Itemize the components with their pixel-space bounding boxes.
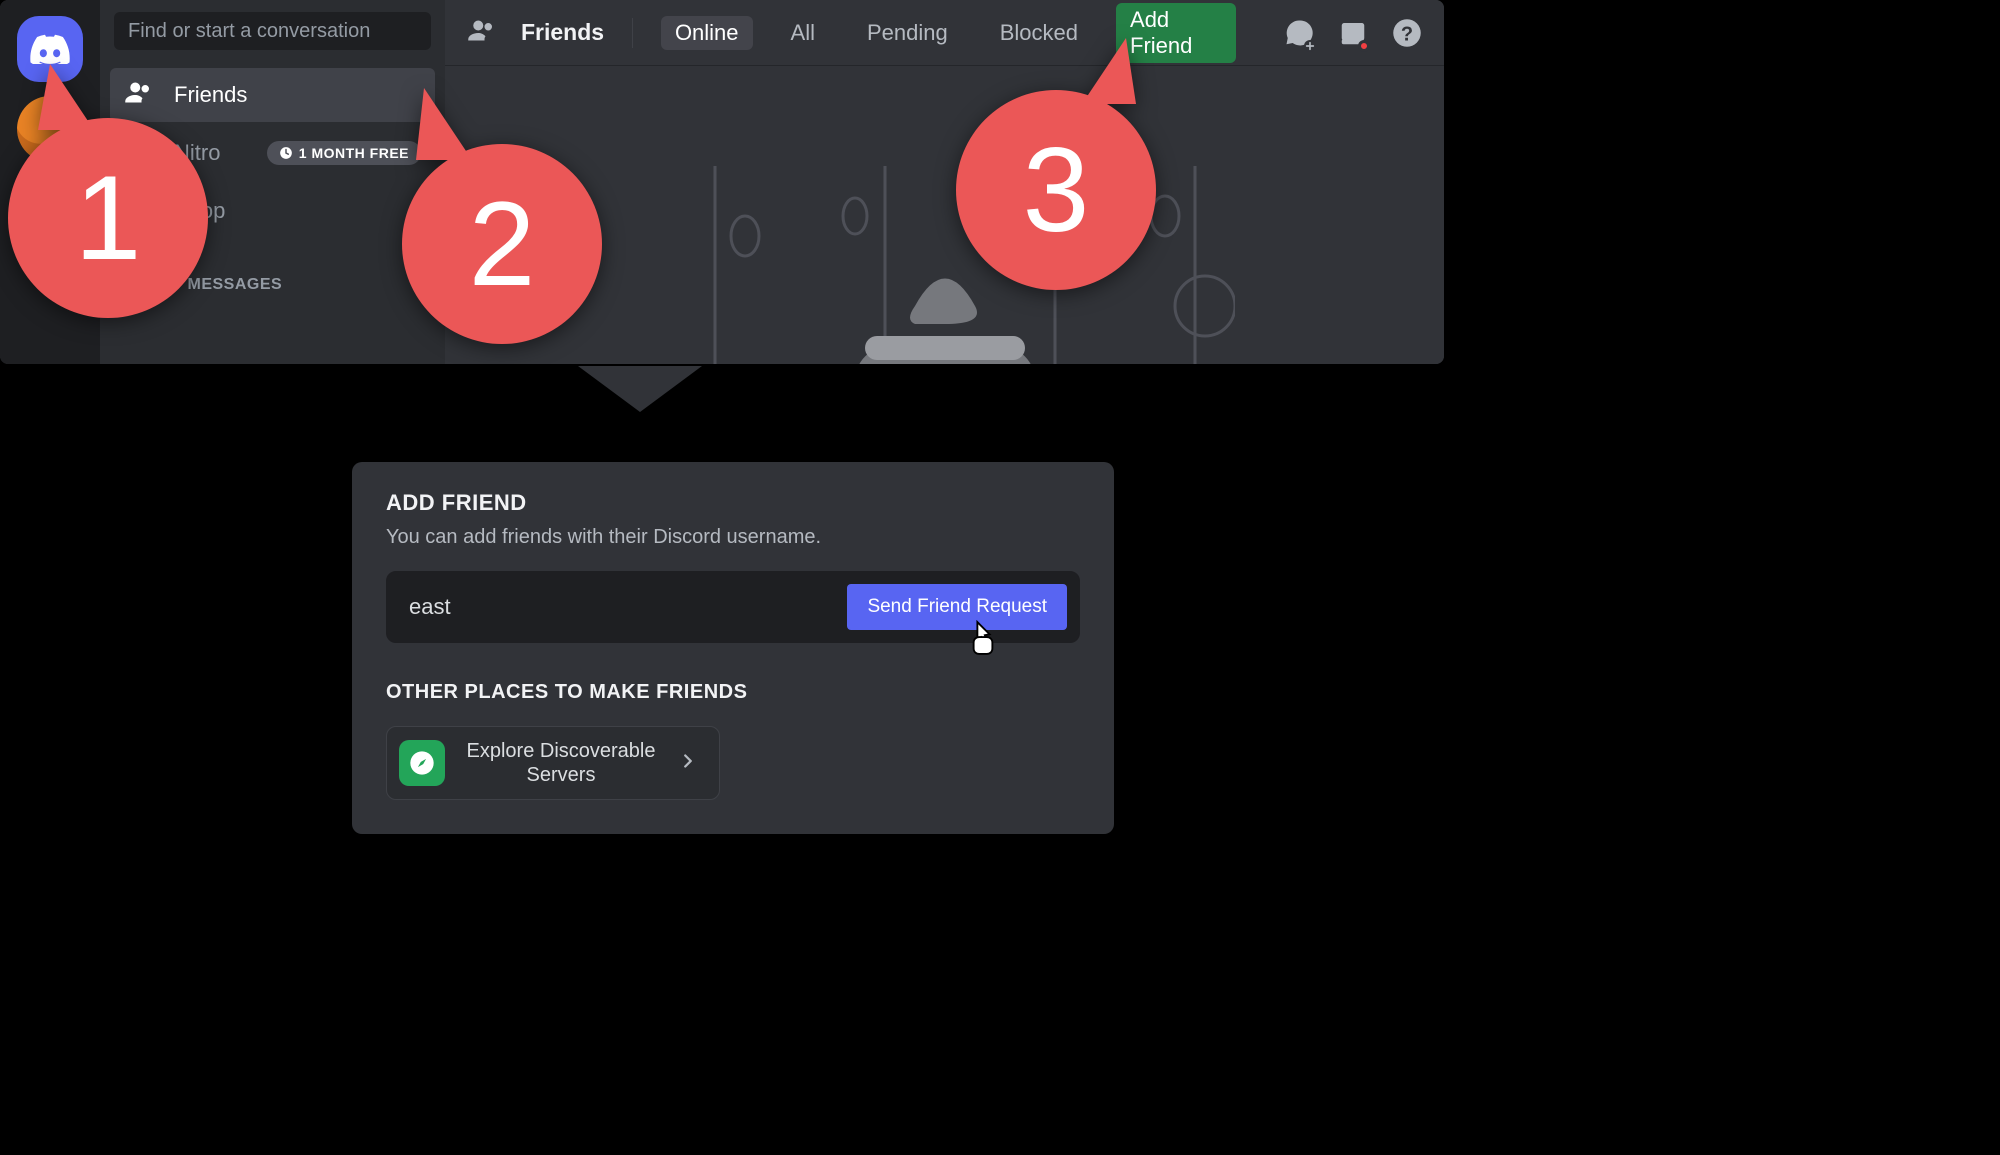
step-arrow-icon [578,366,702,412]
add-friend-username-input[interactable] [409,594,833,620]
explore-servers-button[interactable]: Explore Discoverable Servers [386,726,720,800]
step-callout-1: 1 [8,118,208,318]
friends-icon [467,18,497,48]
step-number: 1 [75,149,142,287]
step-number: 2 [469,175,536,313]
compass-icon [399,740,445,786]
nav-friends[interactable]: Friends [110,68,435,122]
friends-topbar: Friends Online All Pending Blocked Add F… [445,0,1444,66]
tab-pending[interactable]: Pending [853,16,962,50]
tab-online[interactable]: Online [661,16,753,50]
main-column: Friends Online All Pending Blocked Add F… [445,0,1444,364]
nitro-promo-badge: 1 MONTH FREE [267,141,421,165]
add-friend-subtitle: You can add friends with their Discord u… [386,526,1080,549]
step-callout-3: 3 [956,90,1156,290]
nitro-badge-text: 1 MONTH FREE [299,145,409,161]
step-callout-2: 2 [402,144,602,344]
tab-all[interactable]: All [777,16,829,50]
divider [632,18,633,48]
page-title: Friends [521,19,604,46]
send-friend-request-button[interactable]: Send Friend Request [847,584,1067,630]
chevron-right-icon [677,750,699,777]
add-friend-title: ADD FRIEND [386,490,1080,516]
find-conversation-input[interactable]: Find or start a conversation [114,12,431,50]
other-places-title: OTHER PLACES TO MAKE FRIENDS [386,681,1080,704]
add-friend-input-row: Send Friend Request [386,571,1080,643]
nav-friends-label: Friends [174,82,247,108]
svg-text:?: ? [1401,23,1413,45]
new-group-dm-icon[interactable] [1284,16,1314,50]
add-friend-panel: ADD FRIEND You can add friends with thei… [352,462,1114,834]
notification-dot [1358,40,1370,52]
inbox-icon[interactable] [1338,16,1368,50]
tab-blocked[interactable]: Blocked [986,16,1092,50]
step-number: 3 [1023,121,1090,259]
help-icon[interactable]: ? [1392,16,1422,50]
friends-icon [124,80,154,110]
explore-servers-label: Explore Discoverable Servers [461,739,661,787]
discord-window-top: Find or start a conversation Friends Nit… [0,0,1444,364]
